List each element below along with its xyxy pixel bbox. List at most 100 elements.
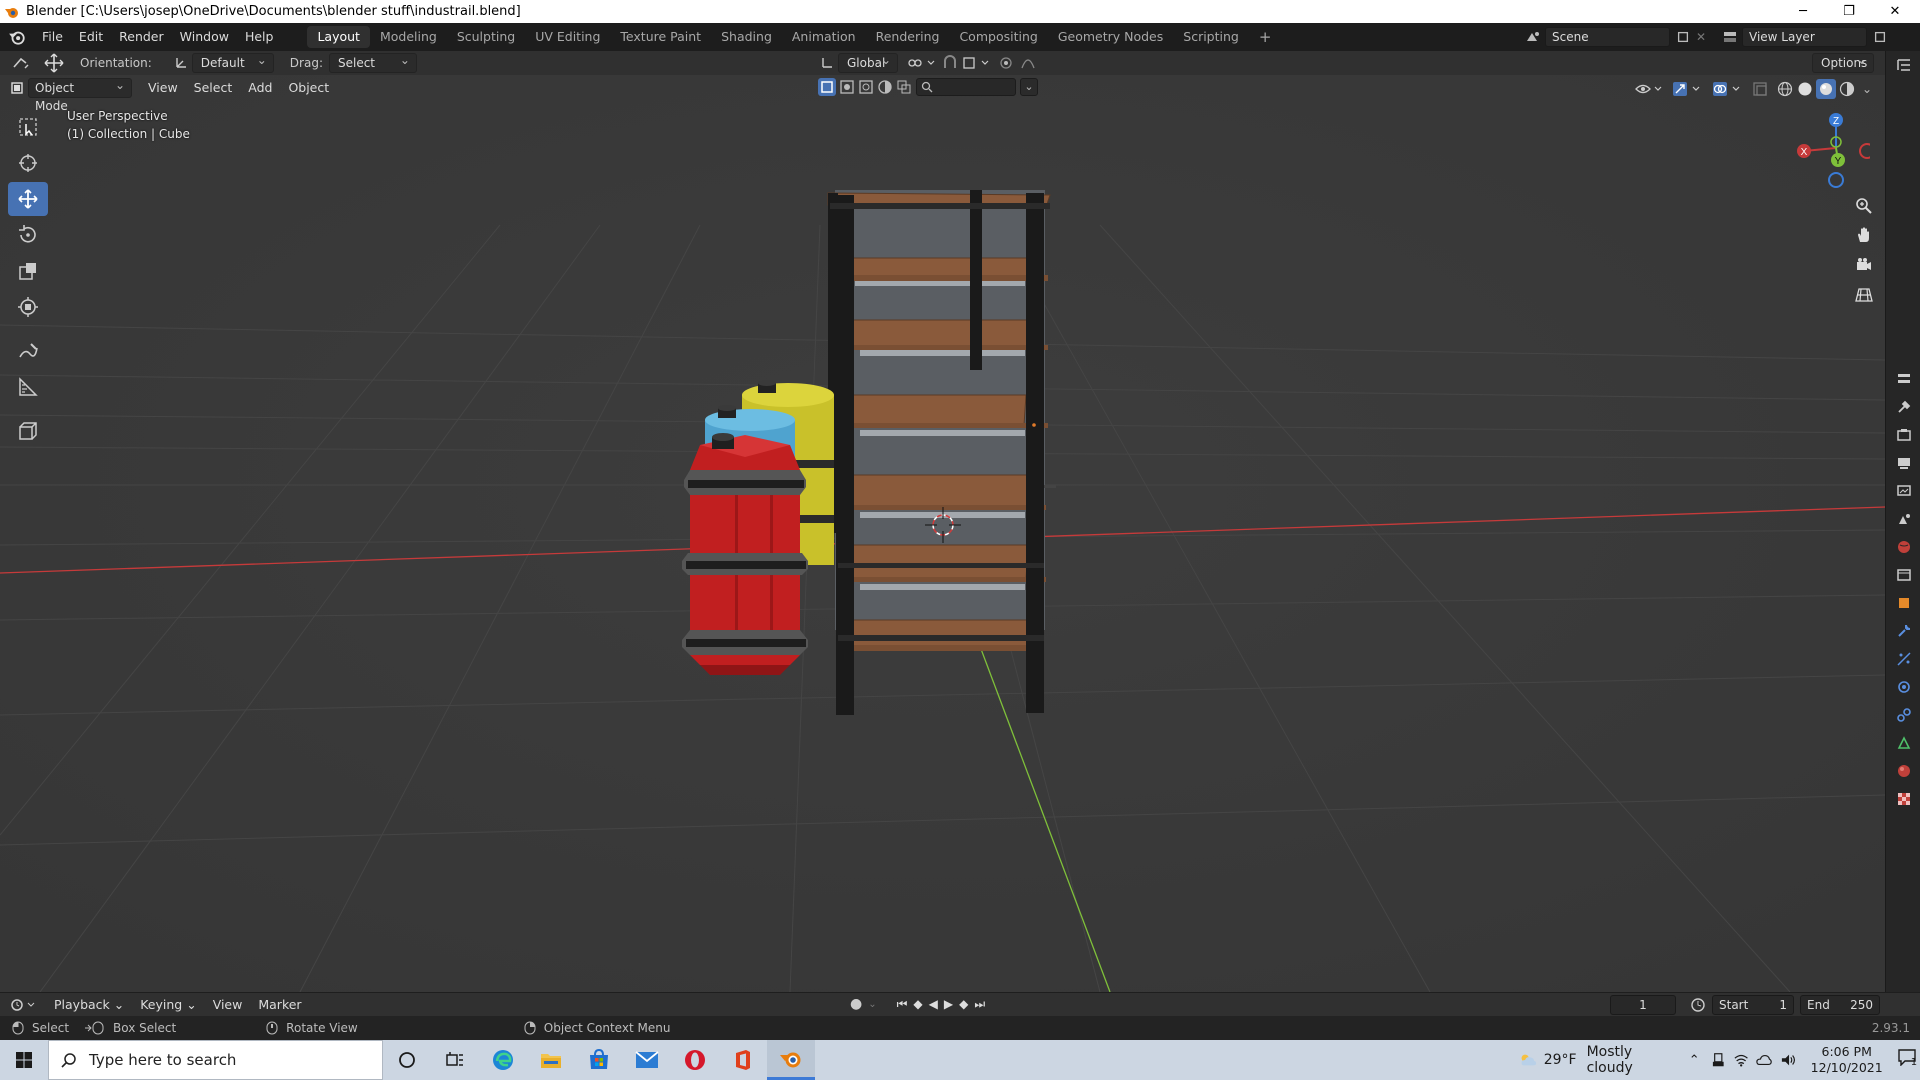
cortana-button[interactable]	[383, 1040, 431, 1080]
cursor-tool[interactable]	[8, 146, 48, 180]
tab-geometry-nodes[interactable]: Geometry Nodes	[1048, 26, 1173, 48]
view-layer-selector[interactable]: View Layer	[1742, 27, 1867, 47]
select-box-tool[interactable]	[8, 110, 48, 144]
current-frame-field[interactable]: 1	[1610, 995, 1676, 1015]
outliner-editor-button[interactable]	[1886, 51, 1920, 79]
tab-sculpting[interactable]: Sculpting	[447, 26, 525, 48]
gizmo-toggle-icon[interactable]	[1672, 81, 1702, 97]
next-keyframe-icon[interactable]: ◆	[959, 997, 968, 1011]
play-icon[interactable]: ▶	[944, 997, 953, 1011]
select-new-button[interactable]	[818, 78, 836, 96]
tab-layout[interactable]: Layout	[307, 26, 370, 48]
menu-file[interactable]: File	[34, 26, 71, 48]
data-properties-tab[interactable]	[1886, 729, 1920, 757]
timeline-editor-icon[interactable]	[10, 997, 36, 1013]
tab-scripting[interactable]: Scripting	[1173, 26, 1249, 48]
onedrive-cloud-icon[interactable]	[1756, 1053, 1773, 1067]
tool-properties-tab[interactable]	[1886, 393, 1920, 421]
restore-button[interactable]: ❐	[1826, 0, 1872, 23]
rotate-tool[interactable]	[8, 218, 48, 252]
menu-view[interactable]: View	[140, 77, 186, 99]
prev-keyframe-icon[interactable]: ◆	[913, 997, 922, 1011]
mail-taskbar-button[interactable]	[623, 1040, 671, 1080]
transform-tool[interactable]	[8, 290, 48, 324]
file-explorer-taskbar-button[interactable]	[527, 1040, 575, 1080]
weather-cloud-icon[interactable]	[1518, 1051, 1538, 1069]
render-properties-tab[interactable]	[1886, 421, 1920, 449]
gizmo-neg-x[interactable]	[1859, 143, 1870, 159]
auto-keying-icon[interactable]: ●	[850, 996, 862, 1012]
material-properties-tab[interactable]	[1886, 757, 1920, 785]
rendered-shading-icon[interactable]	[1838, 80, 1856, 98]
add-cube-tool[interactable]	[8, 414, 48, 448]
xray-toggle-icon[interactable]	[1752, 81, 1768, 97]
tab-texture-paint[interactable]: Texture Paint	[610, 26, 711, 48]
scene-icon[interactable]	[1525, 29, 1541, 45]
scene-properties-tab[interactable]	[1886, 505, 1920, 533]
view-layer-icon[interactable]	[1722, 29, 1738, 45]
constraints-properties-tab[interactable]	[1886, 701, 1920, 729]
scale-tool[interactable]	[8, 254, 48, 288]
3d-viewport[interactable]	[0, 75, 1885, 992]
physics-properties-tab[interactable]	[1886, 673, 1920, 701]
editor-type-icon[interactable]	[12, 55, 30, 71]
office-taskbar-button[interactable]	[719, 1040, 767, 1080]
camera-view-button[interactable]	[1851, 252, 1877, 278]
viewport-search-field[interactable]	[916, 78, 1016, 96]
play-reverse-icon[interactable]: ◀	[929, 997, 938, 1011]
tab-compositing[interactable]: Compositing	[949, 26, 1047, 48]
menu-render[interactable]: Render	[111, 26, 172, 48]
solid-shading-icon[interactable]	[1796, 80, 1814, 98]
move-tool-icon[interactable]	[44, 53, 64, 73]
select-invert-icon[interactable]	[877, 79, 893, 95]
overlays-toggle-icon[interactable]	[1712, 81, 1742, 97]
shelf-object[interactable]	[827, 190, 1056, 715]
texture-properties-tab[interactable]	[1886, 785, 1920, 813]
start-frame-field[interactable]: Start 1	[1712, 995, 1794, 1015]
tab-animation[interactable]: Animation	[782, 26, 866, 48]
navigation-gizmo[interactable]: Z X Y	[1790, 108, 1870, 188]
annotate-tool[interactable]	[8, 334, 48, 368]
hidden-icons-chevron-icon[interactable]: ⌃	[1689, 1053, 1700, 1068]
jump-end-icon[interactable]: ⏭	[974, 997, 985, 1012]
usb-device-icon[interactable]	[1712, 1052, 1725, 1068]
particles-properties-tab[interactable]	[1886, 645, 1920, 673]
tab-modeling[interactable]: Modeling	[370, 26, 447, 48]
timeline-playback-menu[interactable]: Playback ⌄	[46, 994, 132, 1016]
task-view-button[interactable]	[431, 1040, 479, 1080]
minimize-button[interactable]: ─	[1780, 0, 1826, 23]
proportional-editing-icon[interactable]	[998, 55, 1014, 71]
mode-dropdown[interactable]: Object Mode	[28, 76, 132, 113]
collection-properties-tab[interactable]	[1886, 561, 1920, 589]
menu-object[interactable]: Object	[280, 77, 337, 99]
transform-orientation-dropdown[interactable]: Global	[838, 51, 898, 73]
wifi-icon[interactable]	[1734, 1052, 1748, 1068]
measure-tool[interactable]	[8, 370, 48, 404]
falloff-icon[interactable]	[1020, 55, 1036, 71]
view-layer-properties-tab[interactable]	[1886, 477, 1920, 505]
delete-scene-icon[interactable]: ✕	[1696, 30, 1706, 44]
drag-dropdown[interactable]: Select Box	[328, 51, 417, 88]
timeline-keying-menu[interactable]: Keying ⌄	[132, 994, 204, 1016]
timeline-view-menu[interactable]: View	[205, 994, 251, 1016]
close-window-button[interactable]: ✕	[1872, 0, 1918, 23]
new-scene-icon[interactable]	[1676, 30, 1690, 44]
visibility-icon[interactable]	[1634, 81, 1662, 97]
blender-taskbar-button[interactable]	[767, 1040, 815, 1080]
red-barrel-object[interactable]	[682, 433, 808, 675]
shading-options-icon[interactable]: ⌄	[1862, 82, 1872, 96]
preview-range-icon[interactable]	[1690, 997, 1706, 1013]
opera-taskbar-button[interactable]	[671, 1040, 719, 1080]
menu-select[interactable]: Select	[186, 77, 241, 99]
pan-view-button[interactable]	[1851, 222, 1877, 248]
tab-shading[interactable]: Shading	[711, 26, 782, 48]
world-properties-tab[interactable]	[1886, 533, 1920, 561]
modifier-properties-tab[interactable]	[1886, 617, 1920, 645]
menu-edit[interactable]: Edit	[71, 26, 111, 48]
blender-menu-icon[interactable]	[8, 28, 26, 46]
weather-description[interactable]: Mostly cloudy	[1587, 1044, 1673, 1076]
start-button[interactable]	[0, 1040, 48, 1080]
wireframe-shading-icon[interactable]	[1776, 80, 1794, 98]
select-intersect-icon[interactable]	[896, 79, 912, 95]
store-taskbar-button[interactable]	[575, 1040, 623, 1080]
